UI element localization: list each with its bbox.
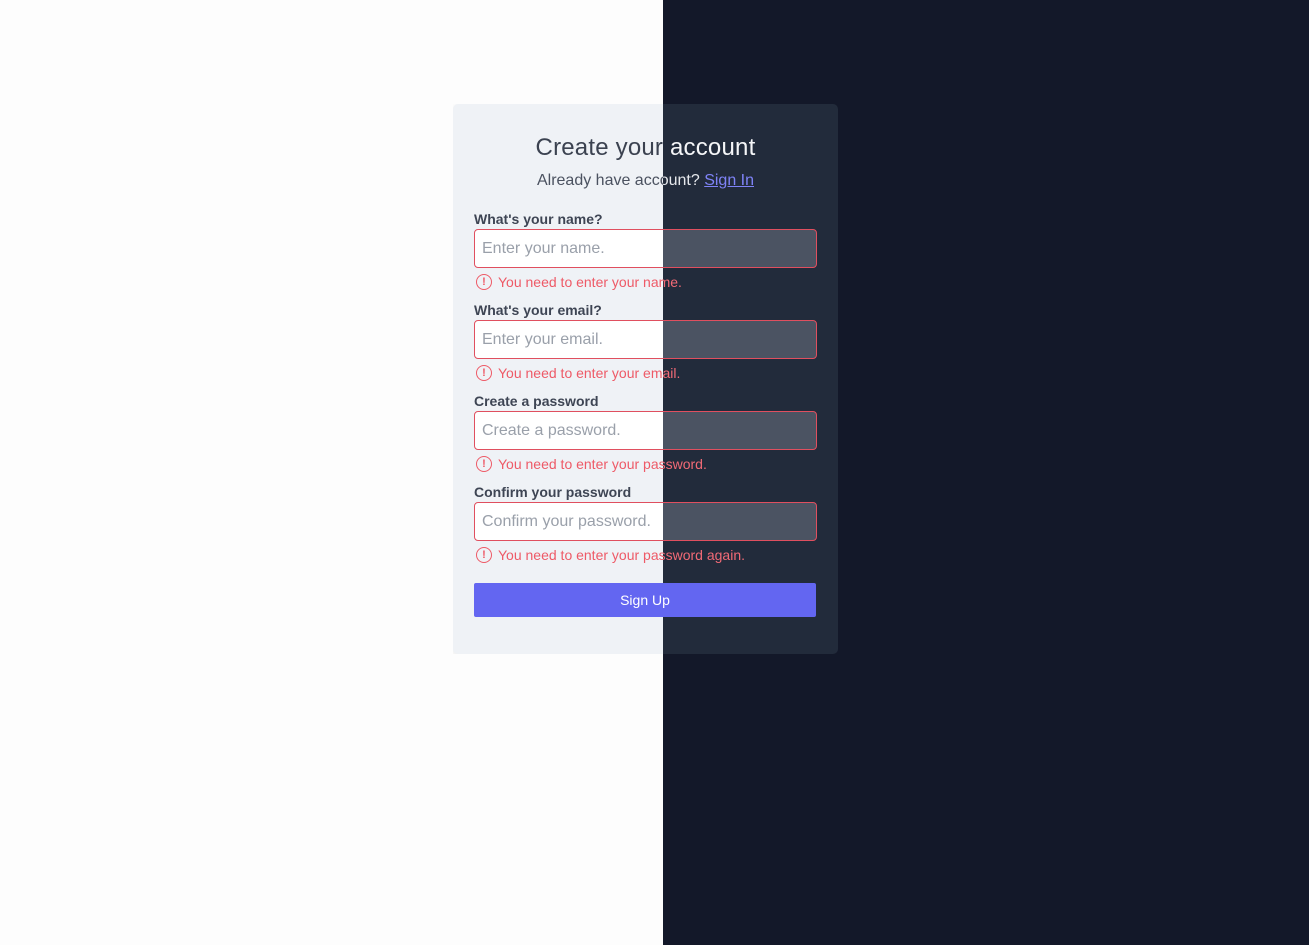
- alert-circle-icon: !: [476, 274, 492, 290]
- email-error-text: You need to enter your email.: [498, 365, 681, 381]
- alert-circle-icon: !: [476, 456, 492, 472]
- signin-link-dark[interactable]: Sign In: [704, 172, 754, 189]
- alert-circle-icon: !: [476, 547, 492, 563]
- alert-circle-icon: !: [476, 365, 492, 381]
- signup-card-wrapper: Create your account Already have account…: [453, 104, 838, 654]
- name-error-text: You need to enter your name.: [498, 274, 682, 290]
